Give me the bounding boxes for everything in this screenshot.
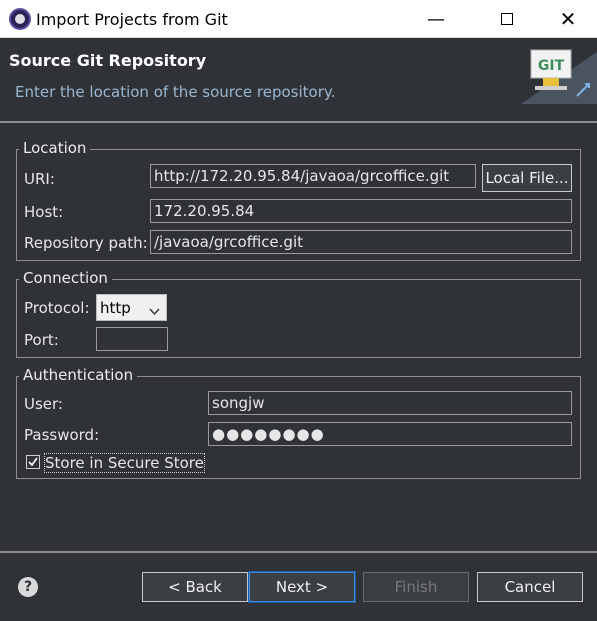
user-label: User:	[24, 395, 63, 413]
protocol-label: Protocol:	[24, 299, 90, 317]
page-description: Enter the location of the source reposit…	[15, 83, 336, 101]
next-button[interactable]: Next >	[248, 571, 356, 603]
port-label: Port:	[24, 331, 59, 349]
repository-path-label: Repository path:	[24, 234, 148, 252]
protocol-select[interactable]: http	[96, 294, 167, 321]
cancel-button[interactable]: Cancel	[477, 572, 583, 602]
store-secure-checkbox[interactable]	[26, 455, 40, 469]
authentication-legend: Authentication	[19, 366, 138, 384]
chevron-down-icon	[149, 302, 160, 320]
host-input[interactable]: 172.20.95.84	[150, 199, 572, 223]
port-input[interactable]	[96, 327, 168, 351]
back-button[interactable]: < Back	[142, 572, 248, 602]
location-legend: Location	[19, 139, 91, 157]
host-label: Host:	[24, 203, 64, 221]
connection-legend: Connection	[19, 269, 112, 287]
user-input[interactable]: songjw	[208, 391, 572, 415]
git-logo-text: GIT	[538, 58, 565, 74]
password-input[interactable]: ●●●●●●●●	[208, 422, 572, 446]
store-secure-label[interactable]: Store in Secure Store	[44, 453, 205, 473]
git-logo-icon: GIT	[521, 44, 597, 104]
checkmark-icon	[28, 457, 38, 467]
eclipse-app-icon	[9, 8, 31, 30]
page-title: Source Git Repository	[9, 51, 207, 70]
close-icon[interactable]: ✕	[545, 0, 591, 38]
local-file-button[interactable]: Local File...	[482, 164, 572, 192]
protocol-value: http	[100, 298, 131, 317]
finish-button[interactable]: Finish	[363, 572, 469, 602]
maximize-icon[interactable]	[484, 0, 530, 38]
uri-input[interactable]: http://172.20.95.84/javaoa/grcoffice.git	[150, 164, 476, 188]
window-title: Import Projects from Git	[36, 10, 228, 29]
help-icon[interactable]: ?	[18, 577, 38, 597]
password-label: Password:	[24, 426, 100, 444]
bottom-separator	[0, 551, 597, 553]
banner-separator	[0, 121, 597, 123]
uri-label: URI:	[24, 170, 55, 188]
minimize-icon[interactable]: —	[413, 0, 459, 38]
repository-path-input[interactable]: /javaoa/grcoffice.git	[150, 230, 572, 254]
